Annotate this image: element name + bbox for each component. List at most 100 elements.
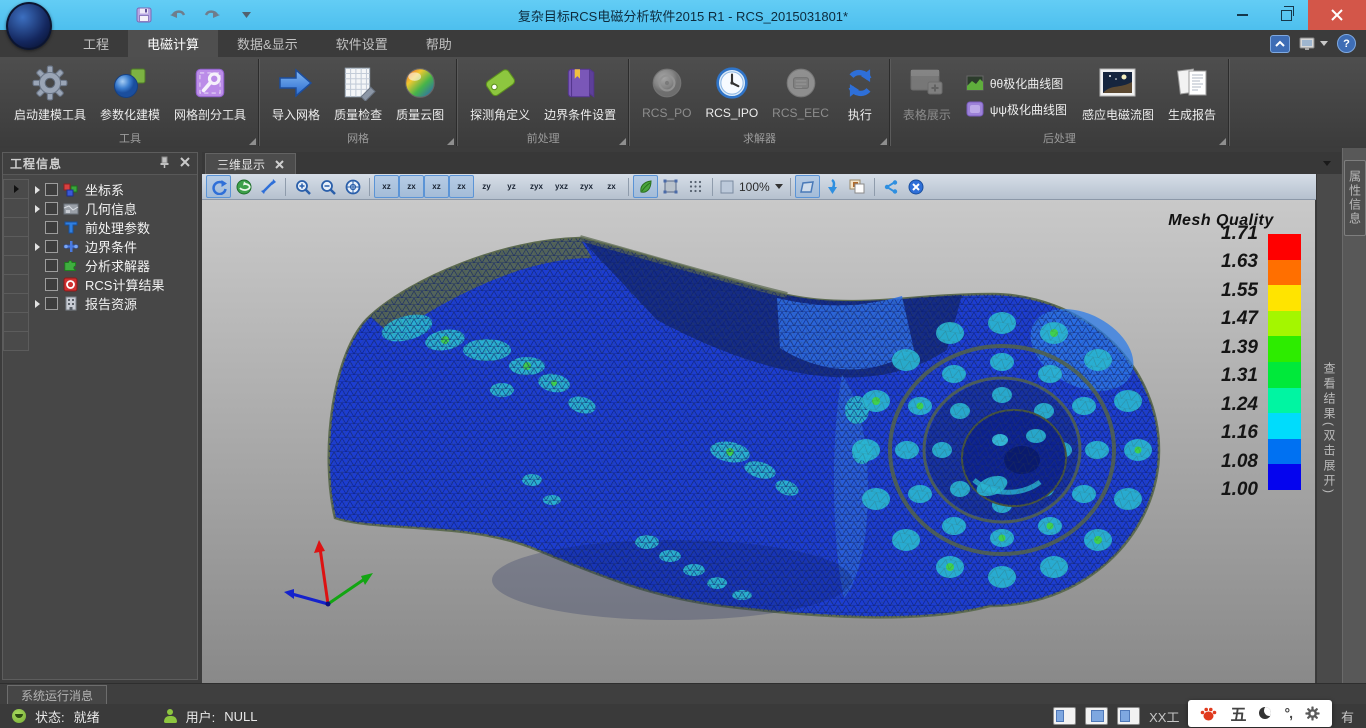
layout-left-panel-button[interactable]: [1053, 707, 1076, 725]
checkbox[interactable]: [45, 297, 58, 310]
checkbox[interactable]: [45, 278, 58, 291]
checkbox[interactable]: [45, 183, 58, 196]
generate-report-button[interactable]: 生成报告: [1161, 60, 1223, 132]
parametric-modeling-button[interactable]: 参数化建模: [93, 60, 167, 132]
close-tab-icon[interactable]: [275, 160, 284, 169]
save-button[interactable]: [135, 6, 153, 24]
select-region-button[interactable]: [795, 175, 820, 198]
tab-list-dropdown[interactable]: [1323, 161, 1331, 166]
tree-item-boundary-conditions[interactable]: 边界条件: [3, 237, 197, 256]
view-front-button[interactable]: xz: [374, 175, 399, 198]
dialog-launcher-icon[interactable]: [880, 138, 887, 145]
ime-fullhalf-icon[interactable]: [1259, 707, 1271, 719]
restore-button[interactable]: [1264, 0, 1308, 30]
share-button[interactable]: [879, 175, 904, 198]
pin-panel-button[interactable]: [159, 156, 170, 171]
checkbox[interactable]: [45, 240, 58, 253]
dialog-launcher-icon[interactable]: [249, 138, 256, 145]
zoom-out-button[interactable]: [315, 175, 340, 198]
ribbon-group-tools: 启动建模工具 参数化建模 网格剖分工具 工具: [2, 57, 258, 148]
view-left-button[interactable]: xz: [424, 175, 449, 198]
tree-item-coordinate-system[interactable]: 坐标系: [3, 180, 197, 199]
probe-angle-button[interactable]: 探测角定义: [463, 60, 537, 132]
copy-image-button[interactable]: [845, 175, 870, 198]
undo-button[interactable]: [169, 6, 187, 24]
view-top-button[interactable]: zy: [474, 175, 499, 198]
view-iso-4-button[interactable]: zx: [599, 175, 624, 198]
tree-item-report-resources[interactable]: 报告资源: [3, 294, 197, 313]
tab-3d-display[interactable]: 三维显示: [205, 153, 296, 175]
zoom-in-button[interactable]: [290, 175, 315, 198]
results-sidebar[interactable]: 查看结果(双击展开): [1316, 174, 1342, 683]
quality-cloud-button[interactable]: 质量云图: [389, 60, 451, 132]
system-messages-tab[interactable]: 系统运行消息: [7, 685, 107, 705]
layout-split-panel-button[interactable]: [1117, 707, 1140, 725]
launch-modeling-tool-button[interactable]: 启动建模工具: [7, 60, 93, 132]
ime-punctuation-toggle[interactable]: °,: [1284, 705, 1292, 721]
wireframe-button[interactable]: [658, 175, 683, 198]
ime-mode-toggle[interactable]: 五: [1230, 701, 1246, 725]
expand-caret[interactable]: [29, 186, 45, 194]
rcs-ipo-button[interactable]: RCS_IPO: [698, 60, 765, 132]
tab-software-settings[interactable]: 软件设置: [317, 30, 407, 57]
view-iso-3-button[interactable]: zyx: [574, 175, 599, 198]
induced-current-map-button[interactable]: 感应电磁流图: [1075, 60, 1161, 132]
execute-button[interactable]: 执行: [836, 60, 884, 132]
tree-item-geometry-info[interactable]: 几何信息: [3, 199, 197, 218]
theta-polarization-chart-button[interactable]: θθ极化曲线图: [966, 75, 1067, 92]
layout-center-panel-button[interactable]: [1085, 707, 1108, 725]
psi-polarization-chart-button[interactable]: ψψ极化曲线图: [966, 101, 1067, 118]
pan-zoom-button[interactable]: [256, 175, 281, 198]
tab-project[interactable]: 工程: [64, 30, 128, 57]
tree-item-rcs-results[interactable]: RCS计算结果: [3, 275, 197, 294]
rcs-eec-button[interactable]: RCS_EEC: [765, 60, 836, 132]
tab-help[interactable]: 帮助: [407, 30, 471, 57]
viewport-3d[interactable]: Mesh Quality 1.711.63 1.551.47 1.391.31 …: [202, 200, 1315, 683]
smooth-shading-button[interactable]: [633, 175, 658, 198]
tree-item-preprocess-params[interactable]: 前处理参数: [3, 218, 197, 237]
grid-sheet-icon: [340, 63, 376, 103]
zoom-level-control[interactable]: 100%: [717, 180, 786, 194]
close-button[interactable]: [1308, 0, 1366, 30]
dialog-launcher-icon[interactable]: [447, 138, 454, 145]
cancel-button[interactable]: [904, 175, 929, 198]
expand-caret[interactable]: [29, 243, 45, 251]
view-back-button[interactable]: zx: [399, 175, 424, 198]
checkbox[interactable]: [45, 259, 58, 272]
import-mesh-button[interactable]: 导入网格: [265, 60, 327, 132]
orbit-view-button[interactable]: [231, 175, 256, 198]
properties-tab[interactable]: 属性信息: [1344, 160, 1366, 236]
display-mode-button[interactable]: [1299, 36, 1328, 52]
view-bottom-button[interactable]: yz: [499, 175, 524, 198]
boundary-settings-button[interactable]: 边界条件设置: [537, 60, 623, 132]
ime-paw-icon[interactable]: [1200, 706, 1217, 721]
view-iso-1-button[interactable]: zyx: [524, 175, 549, 198]
checkbox[interactable]: [45, 202, 58, 215]
qat-dropdown[interactable]: [237, 6, 255, 24]
tree-item-analysis-solver[interactable]: 分析求解器: [3, 256, 197, 275]
ime-settings-gear-icon[interactable]: [1305, 706, 1320, 721]
mesh-partition-tool-button[interactable]: 网格剖分工具: [167, 60, 253, 132]
collapse-ribbon-button[interactable]: [1270, 35, 1290, 53]
table-display-button[interactable]: 表格展示: [896, 60, 958, 132]
rcs-po-button[interactable]: RCS_PO: [635, 60, 698, 132]
export-down-button[interactable]: [820, 175, 845, 198]
help-button[interactable]: ?: [1337, 34, 1356, 53]
view-right-button[interactable]: zx: [449, 175, 474, 198]
minimize-button[interactable]: [1220, 0, 1264, 30]
points-mode-button[interactable]: [683, 175, 708, 198]
tab-data-display[interactable]: 数据&显示: [218, 30, 317, 57]
view-iso-2-button[interactable]: yxz: [549, 175, 574, 198]
zoom-fit-button[interactable]: [340, 175, 365, 198]
expand-caret[interactable]: [29, 205, 45, 213]
redo-button[interactable]: [203, 6, 221, 24]
tab-em-computation[interactable]: 电磁计算: [128, 30, 218, 57]
dialog-launcher-icon[interactable]: [619, 138, 626, 145]
rotate-view-button[interactable]: [206, 175, 231, 198]
checkbox[interactable]: [45, 221, 58, 234]
app-logo[interactable]: [6, 2, 52, 50]
quality-check-button[interactable]: 质量检查: [327, 60, 389, 132]
expand-caret[interactable]: [29, 300, 45, 308]
close-panel-button[interactable]: [180, 156, 190, 171]
dialog-launcher-icon[interactable]: [1219, 138, 1226, 145]
